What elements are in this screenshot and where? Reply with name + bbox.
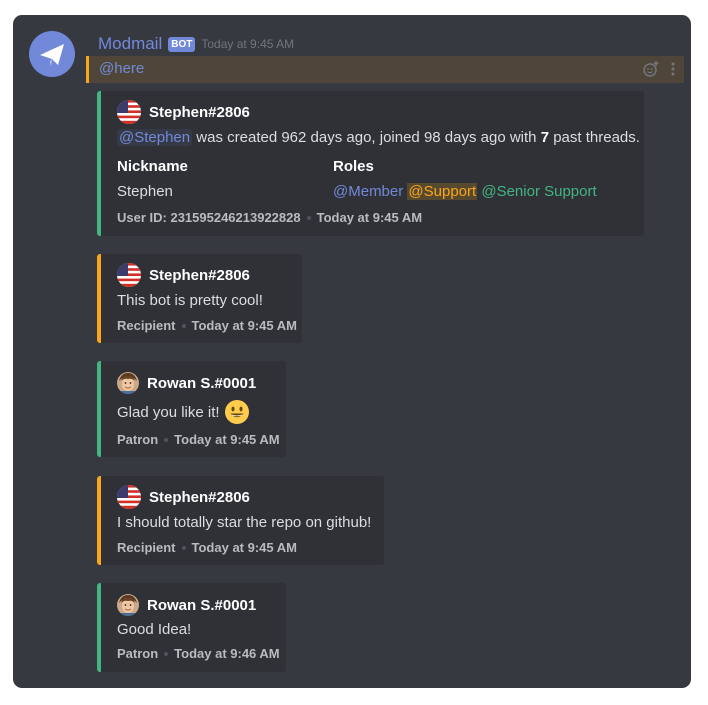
bot-username[interactable]: Modmail: [98, 34, 162, 54]
thread-message-embed: Stephen#2806 I should totally star the r…: [97, 476, 384, 565]
us-flag-icon: [117, 100, 141, 124]
here-mention[interactable]: @here: [99, 60, 144, 77]
embed-author-name[interactable]: Rowan S.#0001: [147, 375, 256, 392]
us-flag-icon: [117, 485, 141, 509]
message-actions: [642, 60, 676, 78]
embed-author: Rowan S.#0001: [117, 371, 256, 395]
message-text: Glad you like it!: [117, 403, 220, 421]
message-header: Modmail BOT Today at 9:45 AM: [98, 33, 294, 55]
past-threads-count: 7: [540, 129, 550, 146]
user-mention[interactable]: @Stephen: [117, 129, 193, 146]
embed-author-name[interactable]: Stephen#2806: [149, 267, 250, 284]
thread-message-embed: Rowan S.#0001 Glad you like it! Patron T…: [97, 361, 286, 457]
footer-separator: [181, 545, 186, 550]
embed-author: Stephen#2806: [117, 485, 250, 509]
message-text: This bot is pretty cool!: [117, 292, 263, 309]
message-text: I should totally star the repo on github…: [117, 514, 372, 531]
add-reaction-icon[interactable]: [642, 60, 660, 78]
field-nickname-value: Stephen: [117, 183, 173, 200]
footer-time: Today at 9:45 AM: [174, 432, 280, 447]
embed-description: @Stephen was created 962 days ago, joine…: [117, 129, 640, 146]
embed-author-name[interactable]: Stephen#2806: [149, 489, 250, 506]
user-photo: [117, 594, 139, 616]
embed-author: Rowan S.#0001: [117, 593, 256, 617]
smiley-emoji-icon: [224, 400, 249, 424]
us-flag-icon: [117, 263, 141, 287]
modmail-avatar[interactable]: [29, 31, 75, 77]
footer-separator: [164, 651, 169, 656]
user-photo: [117, 372, 139, 394]
footer-time: Today at 9:45 AM: [191, 318, 297, 333]
field-nickname-label: Nickname: [117, 158, 188, 175]
description-text-end: past threads.: [549, 129, 640, 146]
role-support[interactable]: @Support: [407, 183, 478, 200]
footer-separator: [181, 323, 186, 328]
user-id: User ID: 231595246213922828: [117, 210, 301, 225]
mention-message: @here: [86, 56, 684, 83]
description-text: was created 962 days ago, joined 98 days…: [192, 129, 541, 146]
embed-author-name[interactable]: Stephen#2806: [149, 104, 250, 121]
embed-author: Stephen#2806: [117, 100, 250, 124]
embed-author-name[interactable]: Rowan S.#0001: [147, 597, 256, 614]
embed-footer: User ID: 231595246213922828 Today at 9:4…: [117, 210, 422, 225]
message-text: Good Idea!: [117, 621, 192, 638]
role-senior-support[interactable]: @Senior Support: [481, 183, 596, 200]
paper-plane-icon: [40, 44, 64, 66]
more-options-icon[interactable]: [670, 61, 676, 77]
footer-time: Today at 9:45 AM: [316, 210, 423, 225]
thread-message-embed: Rowan S.#0001 Good Idea! Patron Today at…: [97, 583, 286, 672]
thread-info-embed: Stephen#2806 @Stephen was created 962 da…: [97, 91, 644, 236]
embed-footer: Patron Today at 9:45 AM: [117, 432, 280, 447]
field-roles-label: Roles: [333, 158, 374, 175]
footer-time: Today at 9:45 AM: [191, 540, 297, 555]
footer-role: Recipient: [117, 540, 176, 555]
field-roles-value: @Member @Support @Senior Support: [333, 183, 597, 200]
footer-separator: [164, 437, 169, 442]
footer-separator: [306, 215, 311, 220]
footer-role: Patron: [117, 646, 159, 661]
footer-time: Today at 9:46 AM: [174, 646, 280, 661]
message-text-row: Glad you like it!: [117, 399, 250, 425]
footer-role: Patron: [117, 432, 159, 447]
thread-message-embed: Stephen#2806 This bot is pretty cool! Re…: [97, 254, 302, 343]
embed-footer: Recipient Today at 9:45 AM: [117, 540, 297, 555]
footer-role: Recipient: [117, 318, 176, 333]
embed-footer: Recipient Today at 9:45 AM: [117, 318, 297, 333]
bot-tag: BOT: [168, 36, 196, 52]
embed-author: Stephen#2806: [117, 263, 250, 287]
embed-footer: Patron Today at 9:46 AM: [117, 646, 280, 661]
message-timestamp: Today at 9:45 AM: [201, 37, 295, 51]
role-member[interactable]: @Member: [333, 183, 403, 200]
